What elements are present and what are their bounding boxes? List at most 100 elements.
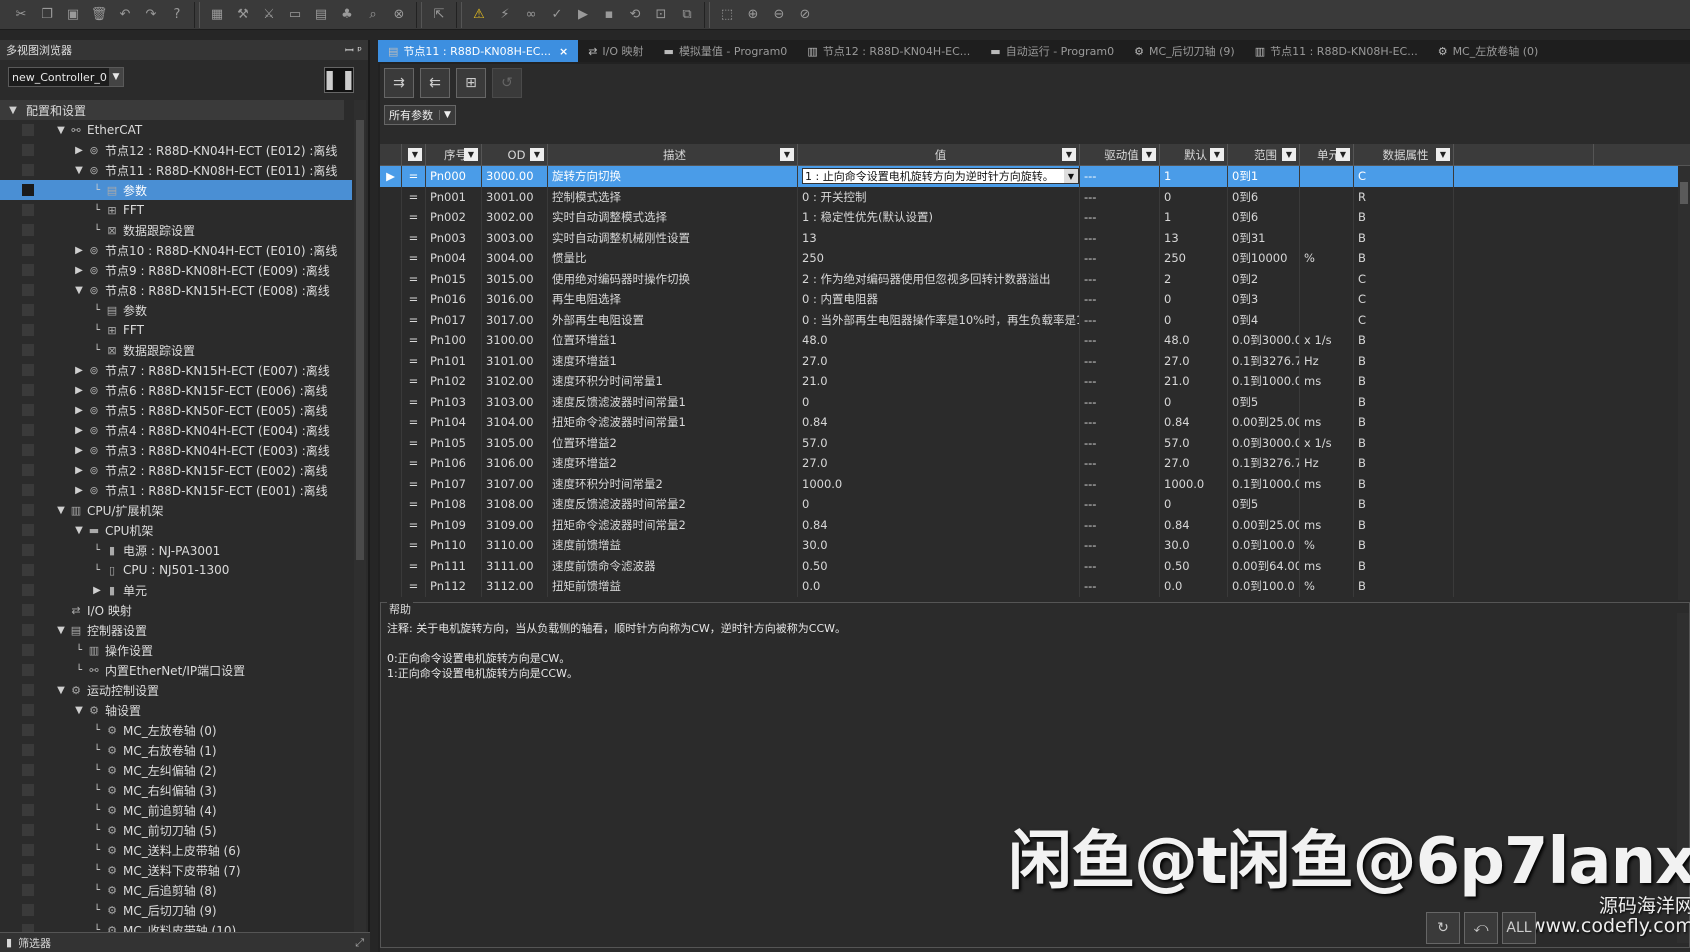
tree-item[interactable]: └ ⚯ 内置EtherNet/IP端口设置 bbox=[0, 660, 352, 680]
expand-icon[interactable]: ▶ bbox=[72, 405, 86, 416]
paste-icon[interactable]: ▣ bbox=[60, 4, 86, 26]
table-row[interactable]: = Pn105 3105.00 位置环增益2 57.0 --- 57.0 0.0到3000.0… bbox=[380, 432, 1690, 453]
table-row[interactable]: = Pn103 3103.00 速度反馈滤波器时间常量1 0 --- 0 0到5 B bbox=[380, 391, 1690, 412]
collapse-icon[interactable]: ▼ bbox=[54, 125, 68, 136]
grid-header-cell[interactable]: OD ▼ bbox=[482, 144, 548, 165]
table-cell[interactable]: 0 bbox=[798, 494, 1080, 515]
table-cell[interactable]: 21.0 bbox=[798, 371, 1080, 392]
table-cell[interactable]: 2 : 作为绝对编码器使用但忽视多回转计数器溢出 bbox=[798, 268, 1080, 289]
table-icon[interactable]: ▤ bbox=[308, 4, 334, 26]
table-row[interactable]: = Pn107 3107.00 速度环积分时间常量2 1000.0 --- 1000.0 0.… bbox=[380, 473, 1690, 494]
grid-scrollbar-thumb[interactable] bbox=[1680, 182, 1688, 204]
editor-tab[interactable]: ⚙ MC_后切刀轴 (9) bbox=[1124, 40, 1245, 62]
tree-item[interactable]: └ ▥ 操作设置 bbox=[0, 640, 352, 660]
expand-icon[interactable]: ▶ bbox=[72, 465, 86, 476]
table-cell[interactable]: 57.0 bbox=[798, 432, 1080, 453]
grid-header-cell[interactable]: 序号 ▼ bbox=[426, 144, 482, 165]
editor-tab[interactable]: ▤ 节点11 : R88D-KN08H-EC... × bbox=[378, 40, 579, 62]
build-icon[interactable]: ▦ bbox=[204, 4, 230, 26]
sim4-icon[interactable]: ▪ bbox=[596, 4, 622, 26]
table-cell[interactable]: 0 : 当外部再生电阻器操作率是10%时，再生负载率是100 bbox=[798, 309, 1080, 330]
table-row[interactable]: = Pn102 3102.00 速度环积分时间常量1 21.0 --- 21.0 0.1到10… bbox=[380, 371, 1690, 392]
crossref-icon[interactable]: ⚔ bbox=[256, 4, 282, 26]
table-cell[interactable]: 0 bbox=[798, 391, 1080, 412]
editor-tab[interactable]: ▬ 自动运行 - Program0 bbox=[980, 40, 1124, 62]
zoom-out-icon[interactable]: ⊖ bbox=[766, 4, 792, 26]
filter-dropdown-icon[interactable]: ▼ bbox=[464, 148, 478, 161]
tree-item[interactable]: └ ⊠ 数据跟踪设置 bbox=[0, 340, 352, 360]
tree-item[interactable]: ▶ ⊚ 节点7 : R88D-KN15H-ECT (E007) :离线 bbox=[0, 360, 352, 380]
table-cell[interactable]: 1000.0 bbox=[798, 473, 1080, 494]
tree-item[interactable]: └ ▤ 参数 bbox=[0, 180, 352, 200]
grid-header-cell[interactable]: 默认 ▼ bbox=[1160, 144, 1228, 165]
tree-item[interactable]: ▼ ▤ 控制器设置 bbox=[0, 620, 352, 640]
expand-icon[interactable]: ▶ bbox=[72, 445, 86, 456]
table-cell[interactable]: 0.84 bbox=[798, 514, 1080, 535]
table-row[interactable]: ▶ = Pn000 3000.00 旋转方向切换 1 : 止向命令设置电机旋转方向为逆时针… bbox=[380, 166, 1690, 187]
window-icon[interactable]: ▭ bbox=[282, 4, 308, 26]
tree-item[interactable]: └ ⚙ MC_后追剪轴 (8) bbox=[0, 880, 352, 900]
expand-icon[interactable]: ▶ bbox=[72, 485, 86, 496]
tree-item[interactable]: └ ⚙ MC_前切刀轴 (5) bbox=[0, 820, 352, 840]
sim2-icon[interactable]: ✓ bbox=[544, 4, 570, 26]
compare-button[interactable]: ⊞ bbox=[456, 68, 486, 98]
redo-icon[interactable]: ↷ bbox=[138, 4, 164, 26]
tree-item[interactable]: ▶ ⊚ 节点6 : R88D-KN15F-ECT (E006) :离线 bbox=[0, 380, 352, 400]
chevron-down-icon[interactable]: ▼ bbox=[1064, 169, 1078, 184]
table-cell[interactable]: 1 : 稳定性优先(默认设置) bbox=[798, 207, 1080, 228]
tree-item[interactable]: ▶ ⊚ 节点5 : R88D-KN50F-ECT (E005) :离线 bbox=[0, 400, 352, 420]
grid-header-cell[interactable]: 数据属性 ▼ bbox=[1354, 144, 1454, 165]
sim1-icon[interactable]: ∞ bbox=[518, 4, 544, 26]
table-cell[interactable]: 13 bbox=[798, 227, 1080, 248]
grid-header-cell[interactable]: 单元 ▼ bbox=[1300, 144, 1354, 165]
tree-scrollbar[interactable] bbox=[354, 100, 366, 932]
tree-item[interactable]: └ ⚙ MC_右放卷轴 (1) bbox=[0, 740, 352, 760]
help-icon[interactable]: ? bbox=[164, 4, 190, 26]
table-cell[interactable]: 0.84 bbox=[798, 412, 1080, 433]
tree-item[interactable]: ▶ ⊚ 节点9 : R88D-KN08H-ECT (E009) :离线 bbox=[0, 260, 352, 280]
expand-icon[interactable]: ▶ bbox=[72, 425, 86, 436]
table-row[interactable]: = Pn101 3101.00 速度环增益1 27.0 --- 27.0 0.1到3276.7… bbox=[380, 350, 1690, 371]
table-cell[interactable]: 1 : 止向命令设置电机旋转方向为逆时针方向旋转。 ▼ bbox=[798, 166, 1080, 187]
filter-dropdown-icon[interactable]: ▼ bbox=[408, 148, 422, 161]
table-row[interactable]: = Pn002 3002.00 实时自动调整模式选择 1 : 稳定性优先(默认设置) --… bbox=[380, 207, 1690, 228]
collapse-icon[interactable]: ▼ bbox=[6, 105, 20, 116]
table-row[interactable]: = Pn108 3108.00 速度反馈滤波器时间常量2 0 --- 0 0到5 B bbox=[380, 494, 1690, 515]
tree-item[interactable]: └ ⊞ FFT bbox=[0, 320, 352, 340]
table-row[interactable]: = Pn111 3111.00 速度前馈命令滤波器 0.50 --- 0.50 0.00到64… bbox=[380, 555, 1690, 576]
grid-header-cell[interactable] bbox=[1454, 144, 1594, 165]
table-cell[interactable]: 0 : 开关控制 bbox=[798, 186, 1080, 207]
expand-icon[interactable]: ▶ bbox=[72, 145, 86, 156]
tree-item[interactable]: ▶ ▮ 单元 bbox=[0, 580, 352, 600]
tree-item[interactable]: └ ⚙ MC_送料上皮带轴 (6) bbox=[0, 840, 352, 860]
table-cell[interactable]: 27.0 bbox=[798, 453, 1080, 474]
tree-scrollbar-thumb[interactable] bbox=[356, 120, 364, 560]
tree-item[interactable]: ▶ ⊚ 节点2 : R88D-KN15F-ECT (E002) :离线 bbox=[0, 460, 352, 480]
table-cell[interactable]: 0.0 bbox=[798, 576, 1080, 597]
expand-icon[interactable]: ▶ bbox=[72, 245, 86, 256]
table-cell[interactable]: 250 bbox=[798, 248, 1080, 269]
tree-item[interactable]: ▼ ⊚ 节点11 : R88D-KN08H-ECT (E011) :离线 bbox=[0, 160, 352, 180]
grid-header-cell[interactable]: 描述 ▼ bbox=[548, 144, 798, 165]
table-cell[interactable]: 0 : 内置电阻器 bbox=[798, 289, 1080, 310]
undo-all-icon[interactable]: ⤺ bbox=[1464, 912, 1498, 944]
table-row[interactable]: = Pn004 3004.00 惯量比 250 --- 250 0到10000% B bbox=[380, 248, 1690, 269]
tree-item[interactable]: ▼ ⚯ EtherCAT bbox=[0, 120, 352, 140]
sim7-icon[interactable]: ⧉ bbox=[674, 4, 700, 26]
network-icon[interactable]: ♣ bbox=[334, 4, 360, 26]
restore-button[interactable]: ↺ bbox=[492, 68, 522, 98]
tree-item[interactable]: ▼ 配置和设置 bbox=[0, 100, 344, 120]
wand-icon[interactable]: ⚡ bbox=[492, 4, 518, 26]
grid-header-cell[interactable]: 驱动值 ▼ bbox=[1080, 144, 1160, 165]
tree-item[interactable]: └ ▤ 参数 bbox=[0, 300, 352, 320]
value-select[interactable]: 1 : 止向命令设置电机旋转方向为逆时针方向旋转。 ▼ bbox=[802, 168, 1079, 185]
expand-icon[interactable]: ⤢ bbox=[355, 936, 364, 950]
parameter-filter-select[interactable]: 所有参数 ▼ bbox=[384, 105, 456, 125]
editor-tab[interactable]: ⇄ I/O 映射 bbox=[578, 40, 653, 62]
expand-icon[interactable]: ▶ bbox=[72, 365, 86, 376]
transfer-to-drive-button[interactable]: ⇉ bbox=[384, 68, 414, 98]
tree-item[interactable]: └ ⊞ FFT bbox=[0, 200, 352, 220]
grid-header-cell[interactable]: 值 ▼ bbox=[798, 144, 1080, 165]
tree-item[interactable]: └ ⚙ MC_右纠偏轴 (3) bbox=[0, 780, 352, 800]
tree-item[interactable]: ▶ ⊚ 节点1 : R88D-KN15F-ECT (E001) :离线 bbox=[0, 480, 352, 500]
